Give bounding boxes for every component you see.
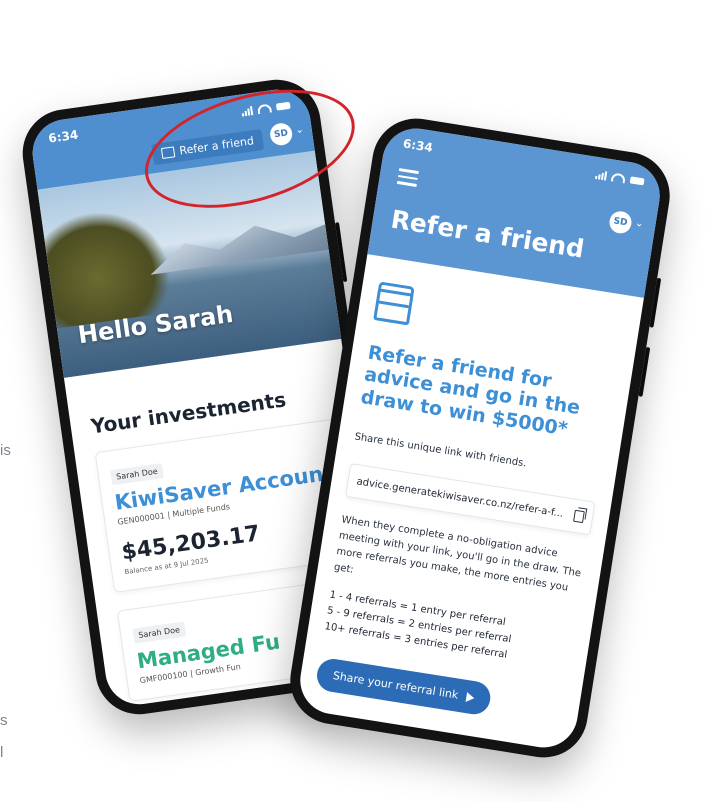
wifi-icon <box>610 171 627 183</box>
phone-refer: 6:34 SD ⌄ Refer a friend Refer a friend … <box>283 112 677 764</box>
copy-icon[interactable] <box>573 509 585 524</box>
owner-tag: Sarah Doe <box>110 463 164 486</box>
phone-side-button <box>334 222 348 283</box>
hero-mountains <box>145 211 338 275</box>
phone-side-button <box>638 346 651 397</box>
refer-screen: 6:34 SD ⌄ Refer a friend Refer a friend … <box>295 123 665 753</box>
avatar[interactable]: SD <box>607 209 634 235</box>
status-time: 6:34 <box>47 127 80 146</box>
menu-icon[interactable] <box>396 168 419 190</box>
referral-link[interactable]: advice.generatekiwisaver.co.nz/refer-a-f… <box>356 476 564 520</box>
edge-text-fragment: is <box>0 442 11 459</box>
battery-icon <box>629 175 645 185</box>
edge-text-fragment: l <box>0 744 4 761</box>
status-bar: 6:34 <box>383 124 665 201</box>
send-icon <box>465 691 475 703</box>
edge-text-fragment: s <box>0 712 8 729</box>
status-time: 6:34 <box>402 136 434 155</box>
share-referral-link-button[interactable]: Share your referral link <box>314 656 493 717</box>
refer-body: Refer a friend for advice and go in the … <box>295 254 644 752</box>
gift-icon <box>373 288 414 326</box>
owner-tag: Sarah Doe <box>132 621 186 644</box>
share-button-label: Share your referral link <box>331 669 460 702</box>
refer-headline: Refer a friend for advice and go in the … <box>359 341 582 441</box>
chevron-down-icon[interactable]: ⌄ <box>634 218 644 230</box>
phone-side-button <box>649 277 662 328</box>
page-title: Refer a friend <box>388 204 587 264</box>
signal-icon <box>595 169 608 181</box>
system-icons <box>595 169 645 186</box>
